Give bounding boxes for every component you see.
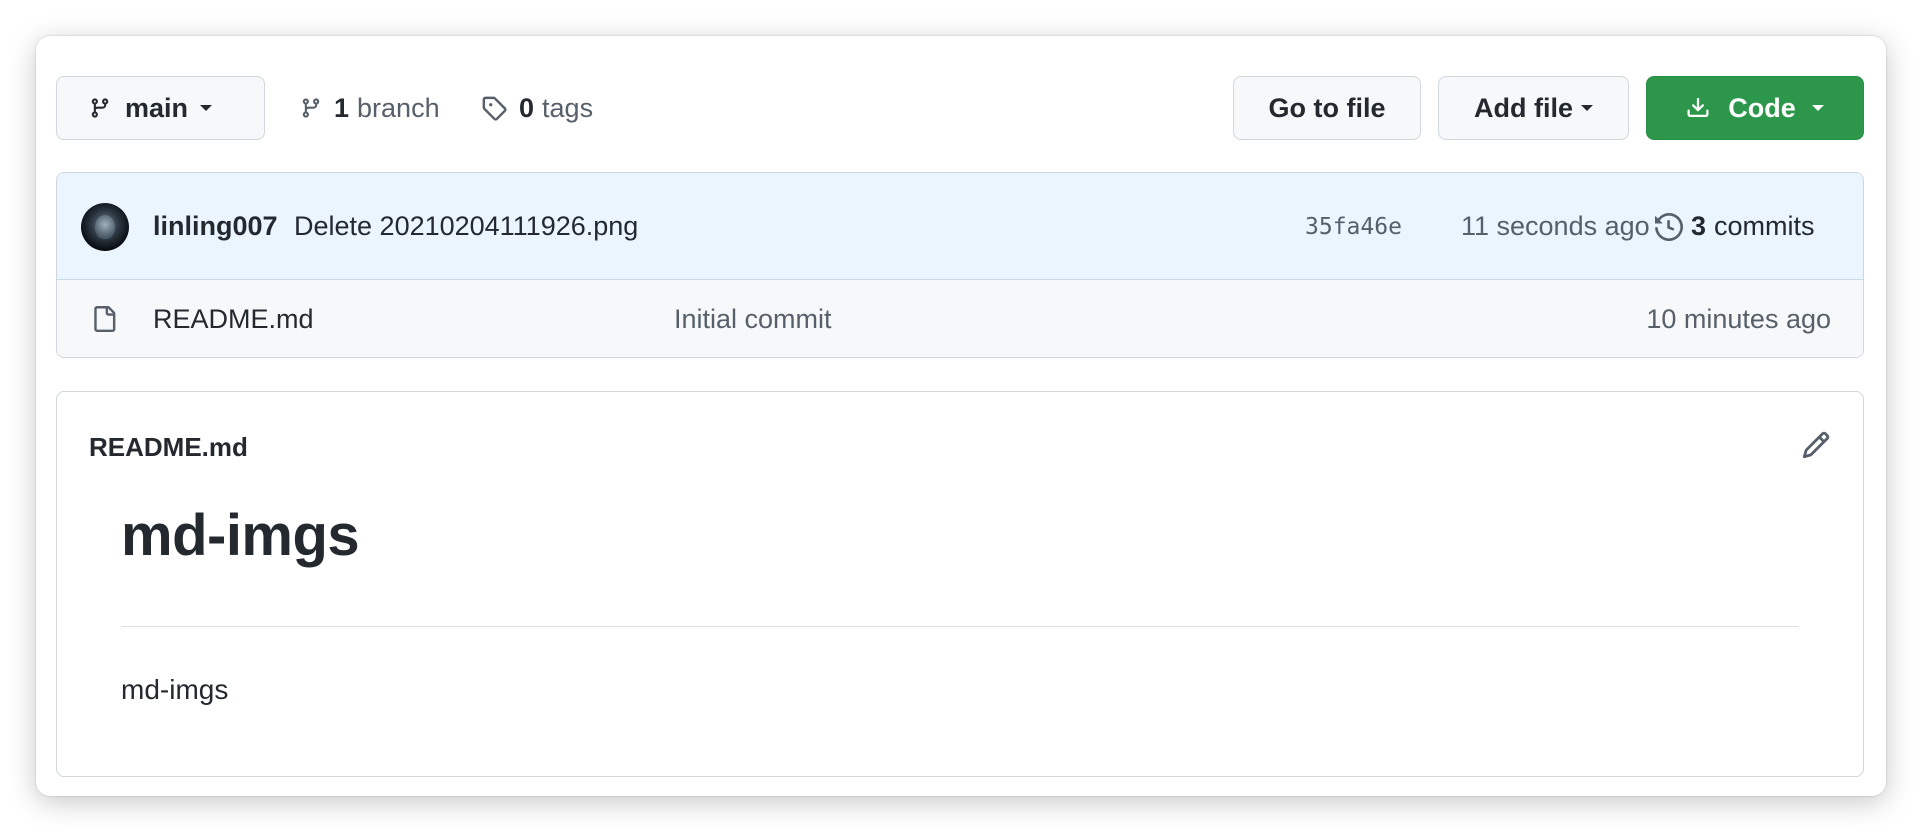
tags-link[interactable]: 0 tags: [481, 76, 593, 140]
readme-heading: md-imgs: [121, 503, 360, 568]
git-branch-icon: [300, 95, 322, 121]
file-name[interactable]: README.md: [153, 280, 314, 357]
file-icon: [91, 304, 117, 334]
repo-toolbar: main 1 branch 0 tags Go to file Add file: [56, 76, 1864, 140]
branch-count: 1: [334, 92, 350, 123]
git-branch-icon: [89, 95, 111, 121]
download-icon: [1686, 95, 1710, 121]
tag-count: 0: [519, 92, 535, 123]
latest-commit-row: linling007 Delete 20210204111926.png 35f…: [57, 173, 1863, 280]
readme-filename: README.md: [89, 432, 248, 462]
tag-icon: [481, 95, 507, 121]
chevron-down-icon: [1811, 105, 1824, 111]
file-listing: linling007 Delete 20210204111926.png 35f…: [56, 172, 1864, 358]
code-button[interactable]: Code: [1646, 76, 1864, 140]
code-label: Code: [1728, 92, 1796, 123]
branch-select-button[interactable]: main: [56, 76, 265, 140]
branch-name: main: [125, 92, 189, 123]
commit-author[interactable]: linling007: [153, 173, 278, 280]
readme-panel: README.md md-imgs md-imgs: [56, 391, 1864, 777]
tag-word: tags: [542, 92, 594, 123]
go-to-file-button[interactable]: Go to file: [1233, 76, 1421, 140]
commit-message[interactable]: Delete 20210204111926.png: [294, 173, 638, 280]
table-row: README.md Initial commit 10 minutes ago: [57, 280, 1863, 357]
chevron-down-icon: [200, 105, 213, 111]
pencil-icon[interactable]: [1801, 430, 1831, 460]
commit-count: 3: [1691, 211, 1707, 241]
branch-word: branch: [357, 92, 440, 123]
file-commit-message[interactable]: Initial commit: [674, 280, 832, 357]
commit-word: commits: [1714, 211, 1815, 241]
divider: [121, 626, 1799, 627]
commit-time: 11 seconds ago: [1461, 211, 1650, 241]
history-icon: [1655, 212, 1683, 241]
file-time: 10 minutes ago: [1646, 304, 1831, 334]
add-file-button[interactable]: Add file: [1438, 76, 1629, 140]
commits-link[interactable]: 3 commits: [1655, 173, 1815, 280]
avatar[interactable]: [81, 203, 129, 251]
commit-sha[interactable]: 35fa46e: [1305, 173, 1402, 280]
readme-body: md-imgs: [121, 674, 229, 705]
chevron-down-icon: [1581, 105, 1593, 111]
branches-link[interactable]: 1 branch: [300, 76, 440, 140]
repo-window: main 1 branch 0 tags Go to file Add file: [36, 36, 1886, 796]
add-file-label: Add file: [1474, 92, 1573, 123]
